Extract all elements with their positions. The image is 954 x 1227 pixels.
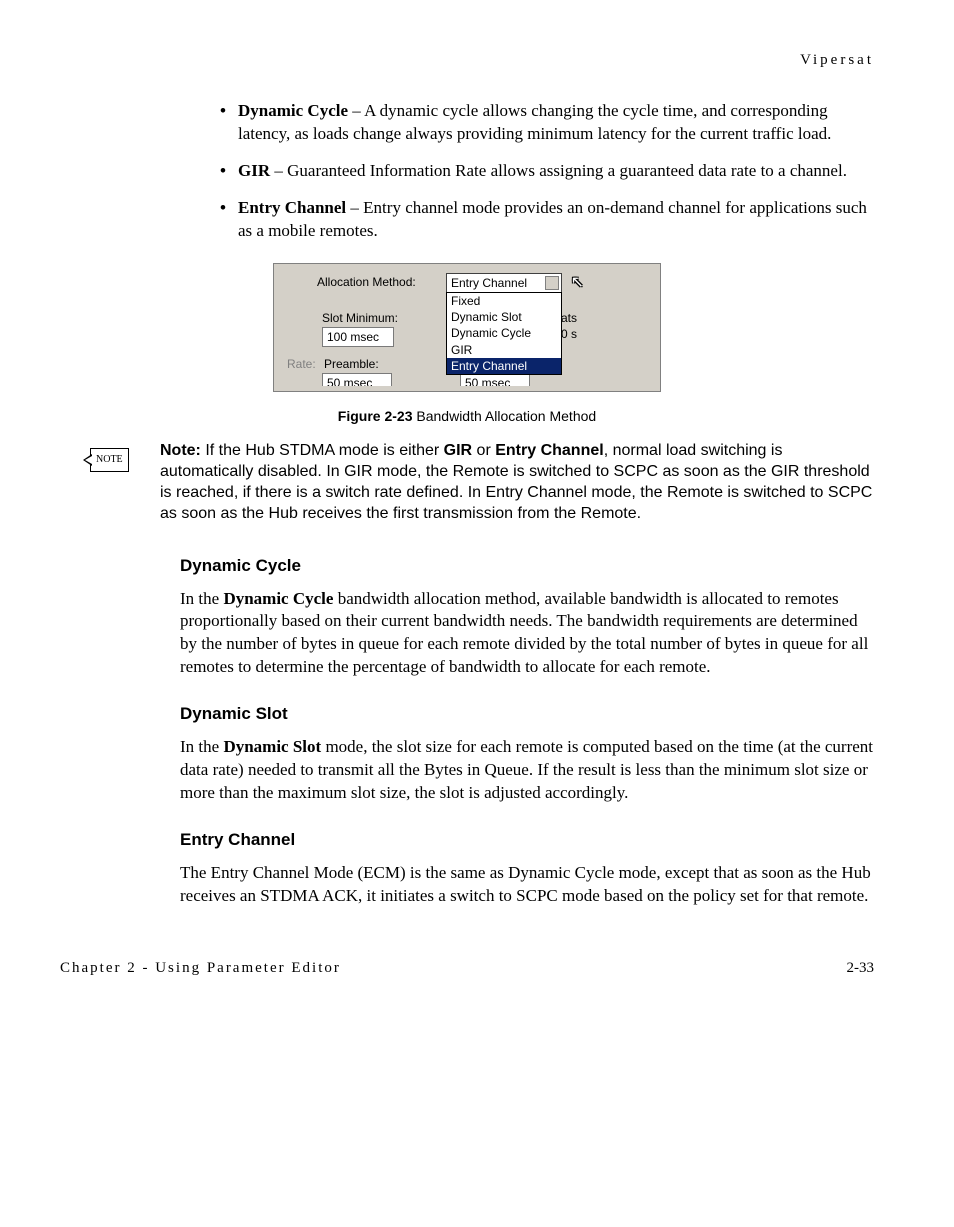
allocation-method-combo[interactable]: Entry Channel (446, 273, 562, 293)
note-lead: Note: (160, 442, 201, 459)
footer-page-number: 2-33 (847, 958, 875, 978)
bullet-item: GIR – Guaranteed Information Rate allows… (220, 160, 874, 183)
bullet-item: Entry Channel – Entry channel mode provi… (220, 197, 874, 243)
figure-block: Allocation Method: Entry Channel ↖ Fixed… (60, 263, 874, 425)
slot-minimum-label: Slot Minimum: (322, 310, 398, 326)
footer-chapter: Chapter 2 - Using Parameter Editor (60, 958, 341, 978)
bullet-list: Dynamic Cycle – A dynamic cycle allows c… (220, 100, 874, 243)
bullet-term: Dynamic Cycle (238, 101, 348, 120)
note-block: NOTE Note: If the Hub STDMA mode is eith… (60, 441, 874, 524)
preamble-label: Preamble: (324, 356, 379, 372)
dropdown-option[interactable]: Fixed (447, 293, 561, 309)
allocation-method-label: Allocation Method: (317, 274, 416, 290)
bullet-item: Dynamic Cycle – A dynamic cycle allows c… (220, 100, 874, 146)
cursor-icon: ↖ (571, 272, 584, 294)
paragraph: The Entry Channel Mode (ECM) is the same… (180, 862, 874, 908)
bullet-text: – Guaranteed Information Rate allows ass… (270, 161, 847, 180)
para-text: In the (180, 589, 223, 608)
dropdown-option[interactable]: GIR (447, 342, 561, 358)
paragraph: In the Dynamic Slot mode, the slot size … (180, 736, 874, 805)
note-bold: Entry Channel (495, 442, 603, 459)
page-footer: Chapter 2 - Using Parameter Editor 2-33 (60, 958, 874, 978)
dialog-panel: Allocation Method: Entry Channel ↖ Fixed… (273, 263, 661, 392)
note-body: Note: If the Hub STDMA mode is either GI… (160, 441, 874, 524)
section-heading-dynamic-slot: Dynamic Slot (180, 703, 874, 726)
paragraph: In the Dynamic Cycle bandwidth allocatio… (180, 588, 874, 680)
page-header-brand: Vipersat (60, 50, 874, 70)
figure-title: Bandwidth Allocation Method (413, 408, 597, 424)
bullet-term: GIR (238, 161, 270, 180)
note-icon: NOTE (90, 448, 129, 472)
para-bold: Dynamic Slot (223, 737, 321, 756)
rate-label: Rate: (287, 356, 316, 372)
note-bold: GIR (444, 442, 472, 459)
para-bold: Dynamic Cycle (223, 589, 333, 608)
figure-caption: Figure 2-23 Bandwidth Allocation Method (60, 407, 874, 426)
para-text: In the (180, 737, 223, 756)
figure-number: Figure 2-23 (338, 408, 413, 424)
dropdown-option-selected[interactable]: Entry Channel (447, 358, 561, 374)
section-heading-dynamic-cycle: Dynamic Cycle (180, 555, 874, 578)
dropdown-option[interactable]: Dynamic Cycle (447, 325, 561, 341)
preamble-input[interactable]: 50 msec (322, 373, 392, 386)
note-text: or (472, 442, 495, 459)
slot-minimum-input[interactable]: 100 msec (322, 327, 394, 347)
bullet-term: Entry Channel (238, 198, 346, 217)
guard-band-input[interactable]: 50 msec (460, 373, 530, 386)
section-heading-entry-channel: Entry Channel (180, 829, 874, 852)
allocation-method-dropdown[interactable]: Fixed Dynamic Slot Dynamic Cycle GIR Ent… (446, 292, 562, 375)
dropdown-option[interactable]: Dynamic Slot (447, 309, 561, 325)
content-body: Dynamic Cycle In the Dynamic Cycle bandw… (180, 555, 874, 908)
note-text: If the Hub STDMA mode is either (201, 442, 444, 459)
